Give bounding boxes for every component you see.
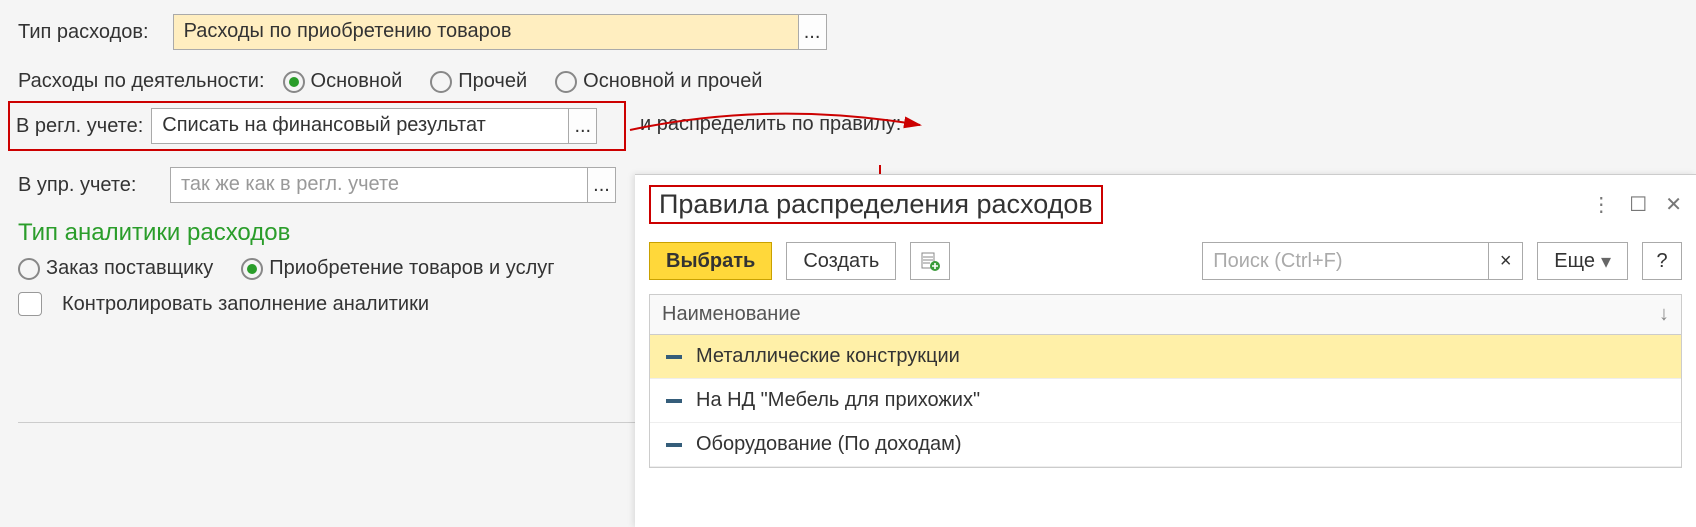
search-input[interactable] bbox=[1203, 243, 1488, 279]
row-label: Оборудование (По доходам) bbox=[696, 433, 962, 456]
select-button[interactable]: Выбрать bbox=[649, 242, 772, 280]
rule-label: и распределить по правилу: bbox=[640, 113, 901, 136]
radio-icon bbox=[241, 258, 263, 280]
dialog-title: Правила распределения расходов bbox=[659, 189, 1093, 219]
radio-icon bbox=[18, 258, 40, 280]
activity-main-label: Основной bbox=[311, 70, 403, 93]
table-header[interactable]: Наименование ↓ bbox=[650, 295, 1681, 335]
activity-other-label: Прочей bbox=[458, 70, 527, 93]
analytics-supplier-label: Заказ поставщику bbox=[46, 257, 213, 280]
more-label: Еще bbox=[1554, 250, 1595, 273]
row-label: Металлические конструкции bbox=[696, 345, 960, 368]
rules-table: Наименование ↓ Металлические конструкции… bbox=[649, 294, 1682, 468]
mgmt-placeholder: так же как в регл. учете bbox=[171, 168, 587, 202]
activity-label: Расходы по деятельности: bbox=[18, 70, 265, 93]
close-icon[interactable]: ✕ bbox=[1665, 192, 1682, 217]
reg-value: Списать на финансовый результат bbox=[152, 109, 568, 143]
radio-icon bbox=[555, 71, 577, 93]
mgmt-picker-button[interactable]: ... bbox=[587, 168, 615, 202]
search-clear-button[interactable]: × bbox=[1488, 243, 1522, 279]
mgmt-label: В упр. учете: bbox=[18, 174, 160, 197]
expense-type-label: Тип расходов: bbox=[18, 21, 149, 44]
search-input-wrap: × bbox=[1202, 242, 1523, 280]
list-item-icon bbox=[666, 443, 682, 447]
list-item-icon bbox=[666, 355, 682, 359]
sort-icon: ↓ bbox=[1659, 303, 1669, 326]
analytics-purchase-radio[interactable]: Приобретение товаров и услуг bbox=[241, 257, 554, 280]
control-checkbox[interactable] bbox=[18, 292, 42, 316]
activity-both-label: Основной и прочей bbox=[583, 70, 762, 93]
help-button[interactable]: ? bbox=[1642, 242, 1682, 280]
mgmt-field[interactable]: так же как в регл. учете ... bbox=[170, 167, 616, 203]
expense-type-field[interactable]: Расходы по приобретению товаров ... bbox=[173, 14, 827, 50]
reg-picker-button[interactable]: ... bbox=[568, 109, 596, 143]
dialog-title-highlight: Правила распределения расходов bbox=[649, 185, 1103, 224]
table-row[interactable]: Металлические конструкции bbox=[650, 335, 1681, 379]
row-label: На НД "Мебель для прихожих" bbox=[696, 389, 980, 412]
reg-account-highlight: В регл. учете: Списать на финансовый рез… bbox=[8, 101, 626, 151]
radio-icon bbox=[430, 71, 452, 93]
rules-dialog: Правила распределения расходов ⋮ ☐ ✕ Выб… bbox=[635, 174, 1696, 527]
control-label: Контролировать заполнение аналитики bbox=[62, 293, 429, 316]
expense-type-picker-button[interactable]: ... bbox=[798, 15, 826, 49]
reg-label: В регл. учете: bbox=[16, 115, 143, 138]
kebab-icon[interactable]: ⋮ bbox=[1591, 192, 1611, 217]
more-button[interactable]: Еще ▾ bbox=[1537, 242, 1628, 280]
list-item-icon bbox=[666, 399, 682, 403]
expense-type-value: Расходы по приобретению товаров bbox=[174, 15, 798, 49]
table-row[interactable]: На НД "Мебель для прихожих" bbox=[650, 379, 1681, 423]
reg-field[interactable]: Списать на финансовый результат ... bbox=[151, 108, 597, 144]
add-icon-button[interactable] bbox=[910, 242, 950, 280]
radio-icon bbox=[283, 71, 305, 93]
window-icon[interactable]: ☐ bbox=[1629, 192, 1647, 217]
activity-other-radio[interactable]: Прочей bbox=[430, 70, 527, 93]
create-button[interactable]: Создать bbox=[786, 242, 896, 280]
column-name: Наименование bbox=[662, 303, 801, 326]
caret-down-icon: ▾ bbox=[1601, 249, 1611, 274]
activity-both-radio[interactable]: Основной и прочей bbox=[555, 70, 762, 93]
analytics-supplier-radio[interactable]: Заказ поставщику bbox=[18, 257, 213, 280]
table-row[interactable]: Оборудование (По доходам) bbox=[650, 423, 1681, 467]
analytics-purchase-label: Приобретение товаров и услуг bbox=[269, 257, 554, 280]
activity-main-radio[interactable]: Основной bbox=[283, 70, 403, 93]
